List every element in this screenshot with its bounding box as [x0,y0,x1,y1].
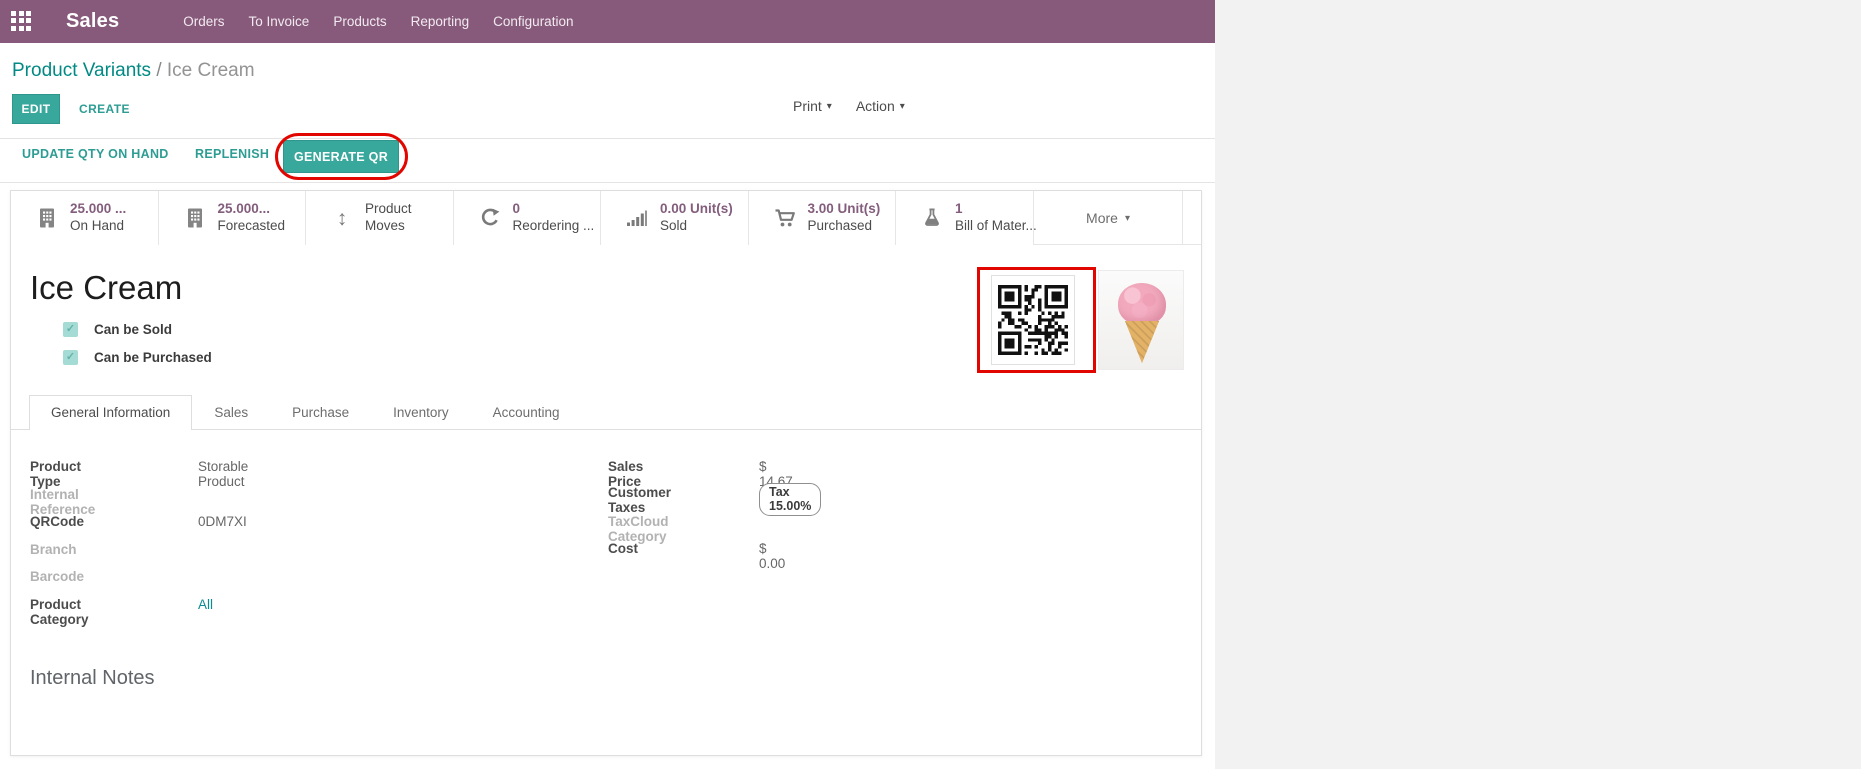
replenish-button[interactable]: REPLENISH [195,147,269,161]
tab-general-information[interactable]: General Information [29,395,192,429]
edit-button[interactable]: EDIT [12,94,60,124]
breadcrumb-current: Ice Cream [167,60,255,81]
breadcrumb: Product Variants / Ice Cream [12,60,255,82]
stat-button-reordering[interactable]: 0Reordering ... [454,191,602,245]
ice-cream-cone-graphic [1125,321,1159,363]
caret-down-icon: ▾ [900,101,905,112]
print-action-menus: Print ▾ Action ▾ [793,98,905,114]
branch-label: Branch [30,542,77,557]
tab-inventory[interactable]: Inventory [371,395,471,429]
arrows-vertical-icon: ↕ [330,206,354,230]
more-dropdown-button[interactable]: More ▾ [1033,191,1183,245]
qr-code-image [991,275,1075,365]
customer-tax-pill[interactable]: Tax 15.00% [759,483,821,516]
checkmark-icon: ✓ [66,352,75,363]
divider [0,138,1215,139]
top-navbar: Sales Orders To Invoice Products Reporti… [0,0,1215,43]
menu-products[interactable]: Products [333,14,386,29]
building-icon [35,206,59,230]
can-be-purchased-label: Can be Purchased [94,350,212,365]
stat-button-bill-of-materials[interactable]: 1Bill of Mater... [896,191,1033,245]
tab-accounting[interactable]: Accounting [471,395,582,429]
building-icon [183,206,207,230]
main-menu: Orders To Invoice Products Reporting Con… [183,14,573,29]
caret-down-icon: ▾ [1125,213,1130,224]
update-qty-on-hand-button[interactable]: UPDATE QTY ON HAND [22,147,169,161]
can-be-sold-checkbox[interactable]: ✓ [63,322,78,337]
qrcode-label: QRCode [30,514,84,529]
action-dropdown[interactable]: Action ▾ [856,98,905,114]
barcode-label: Barcode [30,569,84,584]
product-category-label: Product Category [30,597,89,627]
print-dropdown[interactable]: Print ▾ [793,98,832,114]
qrcode-value: 0DM7XI [198,514,247,529]
refresh-icon [478,206,502,230]
product-type-label: Product Type [30,459,81,489]
breadcrumb-separator: / [156,60,161,81]
cost-label: Cost [608,541,638,556]
can-be-purchased-checkbox[interactable]: ✓ [63,350,78,365]
menu-to-invoice[interactable]: To Invoice [249,14,310,29]
customer-taxes-label: Customer Taxes [608,485,671,515]
create-button[interactable]: CREATE [79,102,130,116]
shopping-cart-icon [773,206,797,230]
product-category-value-link[interactable]: All [198,597,213,612]
flask-icon [920,206,944,230]
stat-button-row: 25.000 ...On Hand 25.000...Forecasted ↕ … [11,191,1201,245]
internal-reference-label: Internal Reference [30,487,95,517]
can-be-sold-label: Can be Sold [94,322,172,337]
can-be-sold-row: ✓ Can be Sold [63,322,172,337]
odoo-window: Sales Orders To Invoice Products Reporti… [0,0,1215,769]
caret-down-icon: ▾ [827,101,832,112]
internal-notes-heading: Internal Notes [30,667,155,690]
stat-button-forecasted[interactable]: 25.000...Forecasted [159,191,307,245]
app-title[interactable]: Sales [66,10,119,33]
form-sheet: 25.000 ...On Hand 25.000...Forecasted ↕ … [10,190,1202,756]
stat-button-on-hand[interactable]: 25.000 ...On Hand [11,191,159,245]
tab-sales[interactable]: Sales [192,395,270,429]
divider [0,182,1215,183]
menu-configuration[interactable]: Configuration [493,14,573,29]
desktop-background: Sales Orders To Invoice Products Reporti… [0,0,1861,769]
cost-value: $ 0.00 [759,541,785,571]
product-type-value: Storable Product [198,459,248,489]
tab-purchase[interactable]: Purchase [270,395,371,429]
menu-orders[interactable]: Orders [183,14,224,29]
product-photo [1098,270,1184,370]
notebook-tabs: General Information Sales Purchase Inven… [11,396,1201,430]
breadcrumb-parent-link[interactable]: Product Variants [12,60,151,81]
product-title: Ice Cream [30,269,182,307]
can-be-purchased-row: ✓ Can be Purchased [63,350,212,365]
ice-cream-scoop-graphic [1118,283,1166,325]
apps-grid-icon[interactable] [11,11,33,33]
signal-bars-icon [625,206,649,230]
stat-button-purchased[interactable]: 3.00 Unit(s)Purchased [749,191,897,245]
taxcloud-category-label: TaxCloud Category [608,514,669,544]
generate-qr-button[interactable]: GENERATE QR [283,140,399,173]
checkmark-icon: ✓ [66,324,75,335]
stat-button-sold[interactable]: 0.00 Unit(s)Sold [601,191,749,245]
stat-button-product-moves[interactable]: ↕ Product Moves [306,191,454,245]
menu-reporting[interactable]: Reporting [411,14,470,29]
